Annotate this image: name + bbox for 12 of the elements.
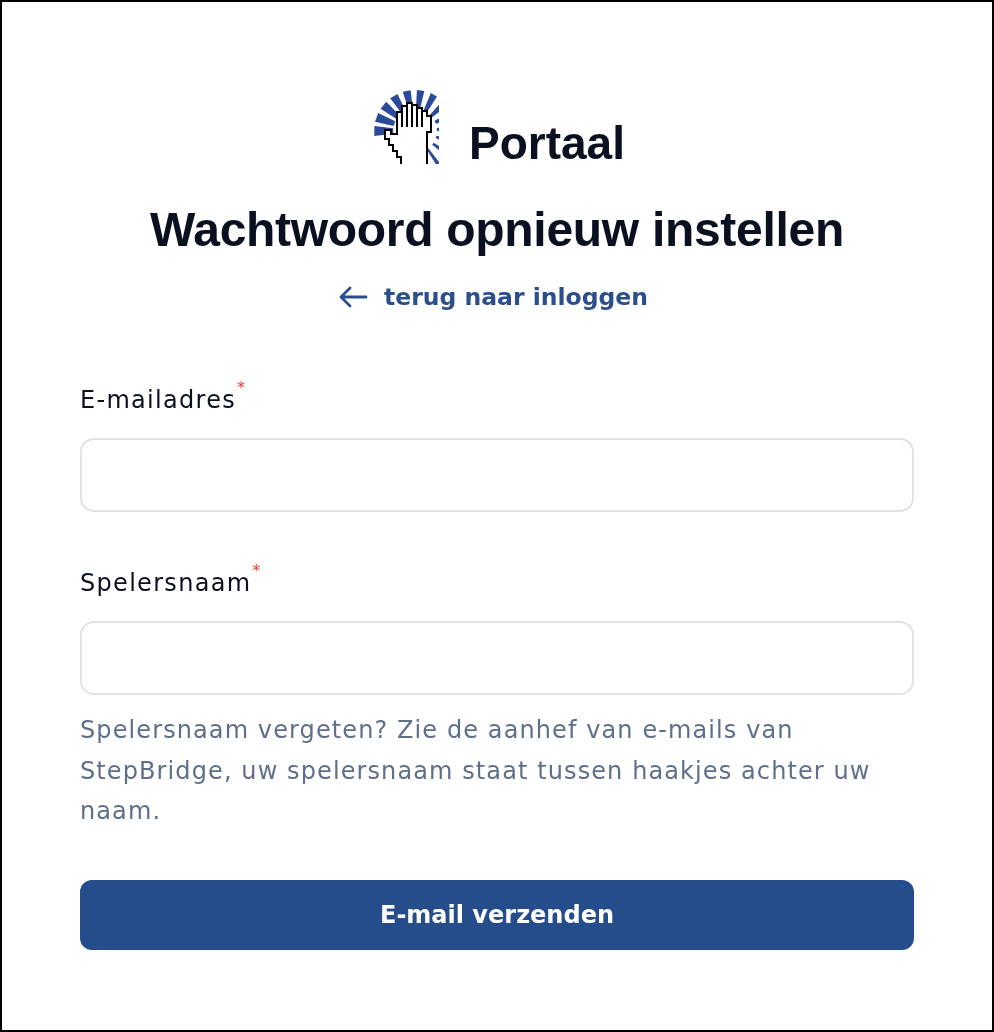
field-label: E-mailadres	[80, 386, 237, 414]
required-mark: *	[252, 563, 261, 579]
input-field[interactable]	[80, 438, 914, 512]
back-link[interactable]: terug naar inloggen	[338, 283, 648, 311]
brand-name: Portaal	[469, 120, 625, 166]
submit-button[interactable]: E-mail verzenden	[80, 879, 914, 950]
input-field[interactable]	[80, 621, 914, 695]
required-mark: *	[237, 380, 246, 396]
page-title: Wachtwoord opnieuw instellen	[150, 204, 844, 256]
field-label: Spelersnaam	[80, 569, 252, 597]
arrow-left-icon	[338, 286, 368, 308]
hint-text: Spelersnaam vergeten? Zie de aanhef van e-mails van StepBridge, uw spelersnaam staat tussen haakjes achter uw naam.	[80, 715, 872, 827]
